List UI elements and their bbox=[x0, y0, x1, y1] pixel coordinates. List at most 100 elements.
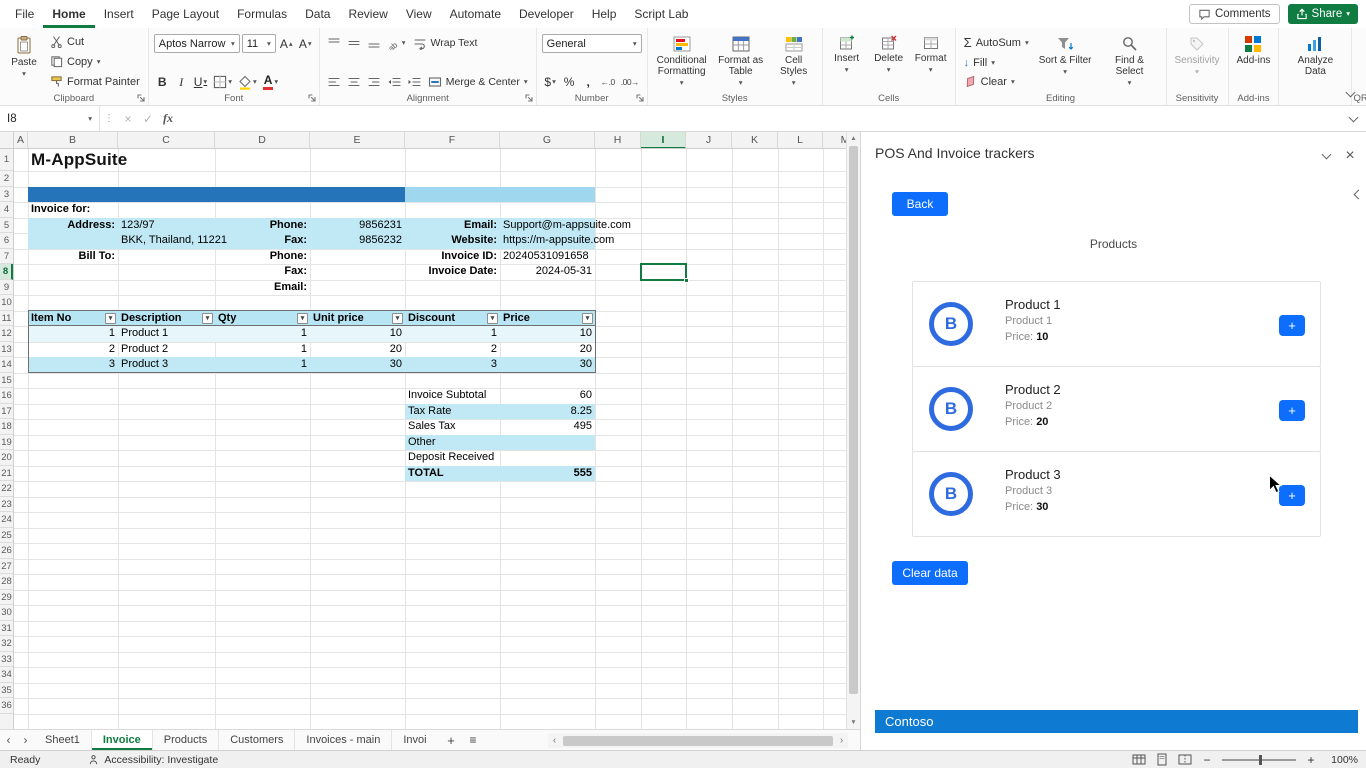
sheet-tab-invoice-details[interactable]: Invoice - details bbox=[392, 730, 426, 750]
cell-G7[interactable]: 20240531091658 bbox=[500, 249, 595, 265]
row-header-34[interactable]: 34 bbox=[0, 667, 13, 683]
row-header-25[interactable]: 25 bbox=[0, 528, 13, 543]
menu-tab-script-lab[interactable]: Script Lab bbox=[625, 0, 697, 28]
cell-B1[interactable]: M-AppSuite bbox=[28, 149, 127, 171]
row-header-3[interactable]: 3 bbox=[0, 187, 13, 202]
row-header-7[interactable]: 7 bbox=[0, 249, 13, 264]
wrap-text-button[interactable]: Wrap Text bbox=[410, 35, 481, 51]
row-header-8[interactable]: 8 bbox=[0, 264, 13, 280]
row-header-23[interactable]: 23 bbox=[0, 497, 13, 512]
column-header-K[interactable]: K bbox=[732, 132, 778, 148]
pane-options-button[interactable] bbox=[1316, 146, 1336, 166]
row-header-28[interactable]: 28 bbox=[0, 574, 13, 590]
decrease-font-size-button[interactable]: A ▾ bbox=[297, 35, 314, 53]
menu-tab-home[interactable]: Home bbox=[43, 0, 94, 28]
align-left-button[interactable] bbox=[325, 73, 343, 91]
cut-button[interactable]: Cut bbox=[47, 34, 143, 49]
add-product-3-button[interactable]: + bbox=[1279, 485, 1305, 506]
accounting-format-button[interactable]: $ ▾ bbox=[542, 73, 559, 91]
pane-close-button[interactable]: × bbox=[1340, 146, 1360, 166]
cell-F13[interactable]: 2 bbox=[405, 342, 500, 358]
pane-collapse-handle[interactable] bbox=[1351, 182, 1365, 206]
cell-G12[interactable]: 10 bbox=[500, 326, 595, 342]
tab-scroll-right-button[interactable]: › bbox=[17, 730, 34, 750]
cell-F18[interactable]: Sales Tax bbox=[405, 419, 500, 435]
format-painter-button[interactable]: Format Painter bbox=[47, 74, 143, 89]
column-header-B[interactable]: B bbox=[28, 132, 118, 148]
page-break-view-icon[interactable] bbox=[1178, 753, 1192, 766]
font-dialog-launcher[interactable] bbox=[307, 93, 317, 103]
row-header-4[interactable]: 4 bbox=[0, 202, 13, 218]
zoom-in-button[interactable]: + bbox=[1305, 753, 1317, 767]
row-header-31[interactable]: 31 bbox=[0, 621, 13, 636]
cell-F12[interactable]: 1 bbox=[405, 326, 500, 342]
menu-tab-help[interactable]: Help bbox=[583, 0, 626, 28]
column-header-I[interactable]: I bbox=[641, 132, 686, 148]
sheet-tab-products[interactable]: Products bbox=[153, 730, 220, 750]
find-select-button[interactable]: Find & Select ▾ bbox=[1099, 32, 1161, 91]
cell-G14[interactable]: 30 bbox=[500, 357, 595, 373]
fill-button[interactable]: ↓ Fill ▾ bbox=[961, 56, 1032, 70]
insert-function-button[interactable]: fx bbox=[158, 111, 178, 126]
cell-D8[interactable]: Fax: bbox=[215, 264, 310, 280]
collapse-ribbon-button[interactable] bbox=[1342, 87, 1358, 100]
column-header-A[interactable]: A bbox=[14, 132, 28, 148]
row-header-35[interactable]: 35 bbox=[0, 683, 13, 698]
name-box[interactable]: I8 ▾ bbox=[0, 106, 100, 131]
decrease-decimal-button[interactable]: .00→ bbox=[619, 73, 641, 91]
increase-indent-button[interactable] bbox=[405, 73, 423, 91]
hscroll-left-arrow[interactable]: ‹ bbox=[548, 734, 561, 748]
paste-button[interactable]: Paste ▾ bbox=[5, 32, 43, 91]
cell-D5[interactable]: Phone: bbox=[215, 218, 310, 234]
format-as-table-button[interactable]: Format as Table ▾ bbox=[715, 32, 767, 91]
column-header-D[interactable]: D bbox=[215, 132, 310, 148]
tab-scroll-left-button[interactable]: ‹ bbox=[0, 730, 17, 750]
cell-B12[interactable]: 1 bbox=[28, 326, 118, 342]
row-header-30[interactable]: 30 bbox=[0, 605, 13, 621]
menu-tab-insert[interactable]: Insert bbox=[95, 0, 143, 28]
formula-input[interactable] bbox=[178, 106, 1340, 131]
menu-tab-page-layout[interactable]: Page Layout bbox=[143, 0, 228, 28]
filter-button-C11[interactable]: ▾ bbox=[202, 312, 213, 324]
cell-F19[interactable]: Other bbox=[405, 435, 500, 451]
row-header-18[interactable]: 18 bbox=[0, 419, 13, 435]
cell-C11[interactable]: Description ▾ bbox=[118, 311, 215, 327]
cell-E5[interactable]: 9856231 bbox=[310, 218, 405, 234]
zoom-slider[interactable] bbox=[1222, 754, 1296, 765]
underline-button[interactable]: U ▾ bbox=[192, 73, 209, 91]
delete-cells-button[interactable]: Delete ▾ bbox=[870, 32, 908, 91]
borders-button[interactable]: ▾ bbox=[211, 73, 234, 91]
menu-tab-data[interactable]: Data bbox=[296, 0, 339, 28]
fill-handle[interactable] bbox=[684, 277, 689, 283]
row-header-1[interactable]: 1 bbox=[0, 149, 13, 171]
sheet-tab-invoice[interactable]: Invoice bbox=[91, 730, 153, 750]
scroll-up-arrow[interactable]: ▲ bbox=[847, 135, 860, 142]
row-header-9[interactable]: 9 bbox=[0, 280, 13, 295]
number-format-select[interactable]: General ▾ bbox=[541, 34, 642, 53]
horizontal-scrollbar[interactable]: ‹ › bbox=[548, 733, 848, 748]
cell-B11[interactable]: Item No ▾ bbox=[28, 311, 118, 327]
align-top-button[interactable] bbox=[325, 34, 343, 52]
font-size-select[interactable]: 11 ▾ bbox=[241, 34, 276, 53]
cell-D7[interactable]: Phone: bbox=[215, 249, 310, 265]
row-header-6[interactable]: 6 bbox=[0, 233, 13, 249]
align-bottom-button[interactable] bbox=[365, 34, 383, 52]
increase-decimal-button[interactable]: ←.0 bbox=[599, 73, 617, 91]
filter-button-G11[interactable]: ▾ bbox=[582, 312, 593, 324]
cell-G8[interactable]: 2024-05-31 bbox=[500, 264, 595, 280]
column-header-L[interactable]: L bbox=[778, 132, 823, 148]
add-product-1-button[interactable]: + bbox=[1279, 315, 1305, 336]
name-box-dropdown-arrow[interactable]: ▾ bbox=[88, 115, 92, 123]
cell-B5[interactable]: Address: bbox=[28, 218, 118, 234]
cancel-entry-button[interactable]: × bbox=[118, 112, 138, 126]
alignment-dialog-launcher[interactable] bbox=[524, 93, 534, 103]
cell-styles-button[interactable]: Cell Styles ▾ bbox=[771, 32, 817, 91]
copy-button[interactable]: Copy ▾ bbox=[47, 54, 143, 69]
sheet-tab-customers[interactable]: Customers bbox=[219, 730, 296, 750]
grid-body[interactable]: M-AppSuite Invoice for: Address: 123/97 Phon… bbox=[0, 149, 846, 729]
cell-E12[interactable]: 10 bbox=[310, 326, 405, 342]
cell-C6[interactable]: BKK, Thailand, 11221 bbox=[118, 233, 227, 249]
conditional-formatting-button[interactable]: Conditional Formatting ▾ bbox=[653, 32, 711, 91]
row-header-20[interactable]: 20 bbox=[0, 450, 13, 466]
scroll-down-arrow[interactable]: ▼ bbox=[847, 719, 860, 726]
